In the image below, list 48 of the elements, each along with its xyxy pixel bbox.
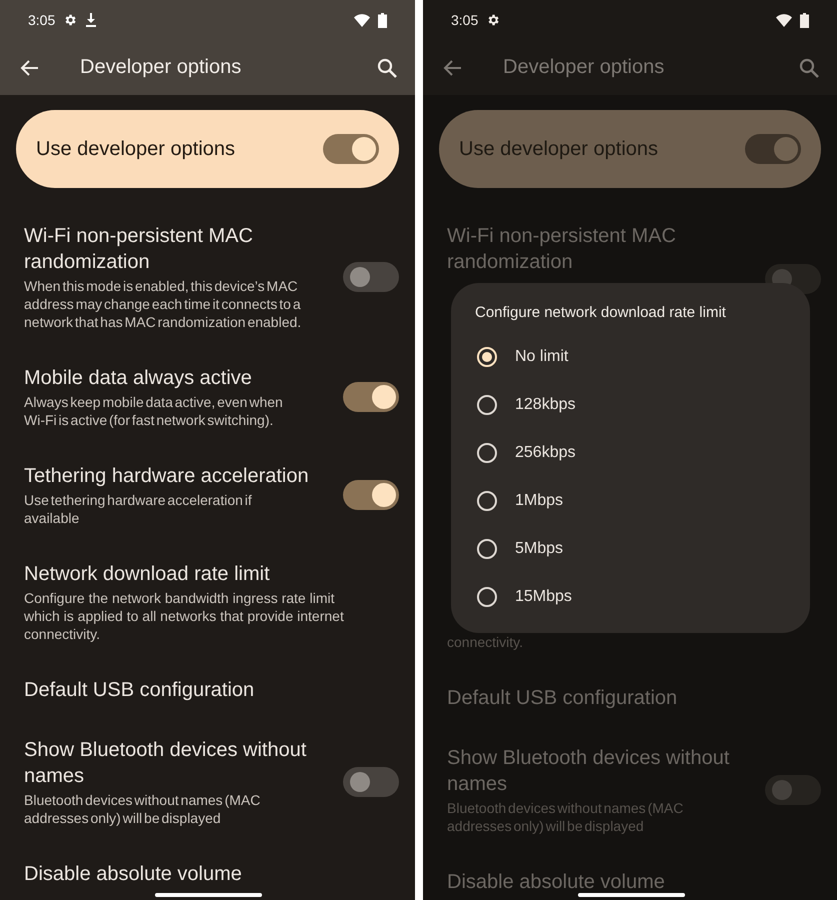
screen-title: Developer options <box>80 56 242 79</box>
setting-summary: When this mode is enabled, this device’s MAC address may change each time it connects to a network that has MAC randomization enabled. <box>24 277 302 331</box>
toggle-switch[interactable] <box>765 775 821 805</box>
option-label[interactable]: 1Mbps <box>515 492 564 510</box>
toggle-switch[interactable] <box>323 134 379 164</box>
radio-button[interactable] <box>477 395 497 415</box>
setting-summary: Use tethering hardware acceleration if available <box>24 491 253 527</box>
toggle-switch[interactable] <box>343 767 399 797</box>
setting-title[interactable]: Tethering hardware acceleration <box>24 463 331 489</box>
setting-summary: Configure the network bandwidth ingress rate limit which is applied to all networks that provide internet connectivity. <box>24 589 345 643</box>
option-label[interactable]: 256kbps <box>515 444 576 462</box>
option-label[interactable]: 15Mbps <box>515 588 572 606</box>
setting-title[interactable]: Disable absolute volume <box>24 861 399 887</box>
setting-title[interactable]: Default USB configuration <box>24 677 399 703</box>
setting-title[interactable]: Network download rate limit <box>24 561 399 587</box>
setting-title[interactable]: Wi-Fi non-persistent MAC randomization <box>24 223 331 275</box>
battery-icon <box>378 12 387 28</box>
setting-summary: connectivity. <box>447 633 524 651</box>
toggle-switch[interactable] <box>343 262 399 292</box>
switch-label: Use developer options <box>459 138 660 160</box>
status-time: 3:05 <box>451 12 478 28</box>
dialog-title: Configure network download rate limit <box>474 303 727 323</box>
setting-summary: Always keep mobile data active, even when Wi-Fi is active (for fast network switching). <box>24 393 284 429</box>
developer-options-card[interactable]: Use developer options <box>16 110 399 188</box>
screen-title: Developer options <box>503 56 666 79</box>
wifi-icon <box>354 14 370 26</box>
wifi-icon <box>776 14 792 26</box>
option-label[interactable]: No limit <box>515 348 568 366</box>
setting-summary: Bluetooth devices without names (MAC addresses only) will be displayed <box>447 799 684 835</box>
radio-button[interactable] <box>477 347 497 367</box>
option-label[interactable]: 128kbps <box>515 396 576 414</box>
download-icon <box>85 13 98 27</box>
setting-summary: Bluetooth devices without names (MAC addresses only) will be displayed <box>24 791 262 827</box>
radio-button[interactable] <box>477 587 497 607</box>
radio-button[interactable] <box>477 539 497 559</box>
radio-button[interactable] <box>477 443 497 463</box>
switch-label: Use developer options <box>36 138 236 160</box>
settings-icon <box>63 13 78 27</box>
toggle-switch[interactable] <box>343 480 399 510</box>
settings-icon <box>486 13 500 27</box>
toggle-switch[interactable] <box>343 382 399 412</box>
option-label[interactable]: 5Mbps <box>515 540 564 558</box>
toggle-switch[interactable] <box>745 134 801 164</box>
setting-title[interactable]: Mobile data always active <box>24 365 331 391</box>
status-time: 3:05 <box>28 12 56 28</box>
radio-button[interactable] <box>477 491 497 511</box>
setting-title[interactable]: Show Bluetooth devices without names <box>24 737 331 789</box>
battery-icon <box>800 12 809 28</box>
